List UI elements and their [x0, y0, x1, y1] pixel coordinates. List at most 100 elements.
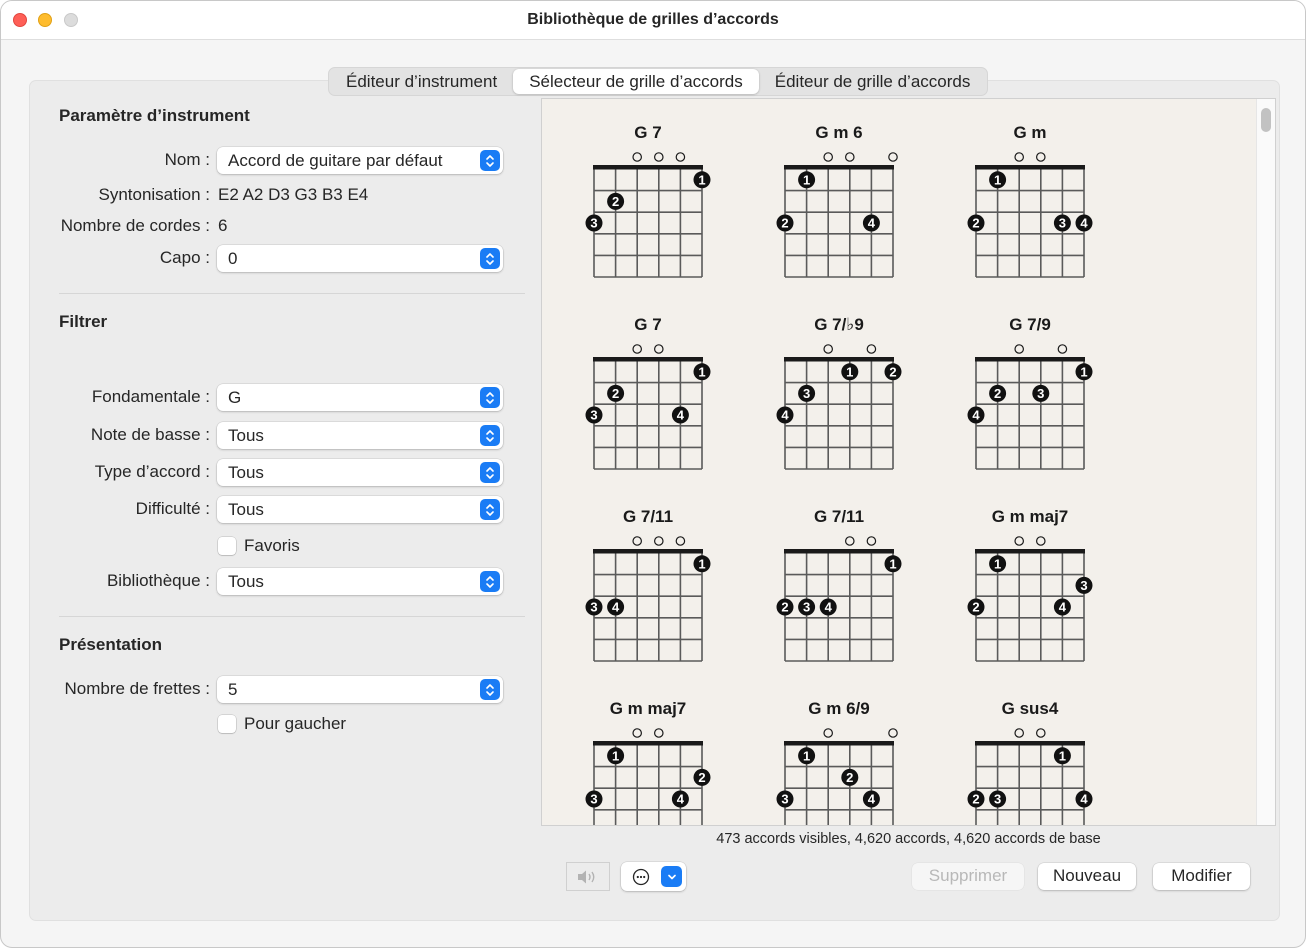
capo-label: Capo : — [159, 248, 210, 267]
delete-button[interactable]: Supprimer — [912, 863, 1024, 890]
finger-number: 2 — [972, 216, 979, 231]
finger-number: 1 — [803, 172, 810, 187]
library-popup[interactable]: Tous — [217, 568, 503, 595]
finger-number: 2 — [612, 194, 619, 209]
chord-diagram[interactable]: G 7/11 3 4 1 — [573, 501, 723, 681]
chord-diagram[interactable]: G sus4 2 3 1 4 — [955, 693, 1105, 825]
edit-button[interactable]: Modifier — [1153, 863, 1250, 890]
finger-number: 1 — [698, 172, 705, 187]
favorites-checkbox[interactable] — [218, 537, 236, 555]
tab-bar: Éditeur d’instrument Sélecteur de grille… — [328, 67, 989, 96]
finger-number: 2 — [698, 770, 705, 785]
bass-note-popup[interactable]: Tous — [217, 422, 503, 449]
finger-number: 3 — [590, 216, 597, 231]
finger-number: 3 — [590, 792, 597, 807]
fretboard-grid: 3 1 42 — [585, 728, 711, 825]
nut — [784, 549, 894, 554]
instrument-section-heading: Paramètre d’instrument — [59, 106, 250, 125]
chord-diagram[interactable]: G m maj7 3 1 4 2 — [573, 693, 723, 825]
finger-number: 2 — [612, 386, 619, 401]
finger-number: 1 — [612, 748, 619, 763]
finger-number: 1 — [698, 364, 705, 379]
action-menu-button[interactable] — [621, 862, 686, 891]
open-string-marker — [632, 728, 642, 738]
chord-count-status: 473 accords visibles, 4,620 accords, 4,6… — [716, 831, 1101, 847]
chord-diagram[interactable]: G 7/♭9 4 3 1 2 — [764, 309, 914, 489]
speaker-icon — [578, 870, 595, 883]
filter-section-heading: Filtrer — [59, 312, 108, 331]
open-string-marker — [632, 152, 642, 162]
chevron-down-icon — [661, 866, 682, 887]
tab-instrument-editor[interactable]: Éditeur d’instrument — [330, 69, 513, 94]
finger-number: 2 — [889, 364, 896, 379]
chord-diagram[interactable]: G m maj7 2 1 4 3 — [955, 501, 1105, 681]
left-handed-checkbox[interactable] — [218, 715, 236, 733]
open-string-marker — [675, 152, 686, 162]
chevron-updown-icon — [480, 462, 500, 483]
frets-count-popup[interactable]: 5 — [217, 676, 503, 703]
finger-number: 1 — [846, 364, 853, 379]
difficulty-popup[interactable]: Tous — [217, 496, 503, 523]
tab-chord-grid-editor[interactable]: Éditeur de grille d’accords — [759, 69, 987, 94]
chord-library-window: Bibliothèque de grilles d’accords Éditeu… — [0, 0, 1306, 948]
root-popup[interactable]: G — [217, 384, 503, 411]
tuning-label: Syntonisation : — [98, 185, 210, 204]
chord-diagram[interactable]: G 7/11 2 3 4 1 — [764, 501, 914, 681]
finger-number: 2 — [781, 600, 788, 615]
fretboard-grid: 43 1 2 — [776, 344, 902, 470]
open-string-marker — [675, 536, 686, 546]
open-string-marker — [866, 536, 877, 546]
vertical-scrollbar[interactable] — [1256, 99, 1275, 825]
chord-diagram[interactable]: G m 6/9 3 1 2 4 — [764, 693, 914, 825]
finger-number: 3 — [1080, 578, 1087, 593]
more-options-icon — [632, 868, 650, 886]
nut — [784, 357, 894, 362]
title-bar: Bibliothèque de grilles d’accords — [1, 1, 1305, 40]
chord-type-popup-value: Tous — [228, 463, 264, 482]
nut — [593, 549, 703, 554]
section-divider — [59, 293, 525, 294]
chord-diagram[interactable]: G m 6214 — [764, 117, 914, 297]
root-popup-value: G — [228, 388, 242, 407]
finger-number: 4 — [972, 408, 980, 423]
chord-diagram[interactable]: G 7/9 4 2 3 1 — [955, 309, 1105, 489]
finger-number: 3 — [803, 600, 810, 615]
finger-number: 3 — [590, 408, 597, 423]
name-popup-value: Accord de guitare par défaut — [228, 151, 443, 170]
fretboard-grid: 3 1 24 — [776, 728, 898, 825]
chevron-updown-icon — [480, 499, 500, 520]
open-string-marker — [1014, 344, 1024, 354]
open-string-marker — [1036, 152, 1046, 162]
finger-number: 4 — [868, 792, 876, 807]
finger-number: 3 — [781, 792, 788, 807]
tuning-value: E2 A2 D3 G3 B3 E4 — [218, 185, 369, 204]
chord-type-popup[interactable]: Tous — [217, 459, 503, 486]
fretboard-grid: 2 1 43 — [967, 536, 1093, 662]
finger-number: 2 — [994, 386, 1001, 401]
chord-grid-browser[interactable]: G 7321G m 6214G m2134G 73241G 7/♭9 4 3 1 2 G … — [541, 98, 1276, 826]
open-string-marker — [654, 728, 664, 738]
name-popup[interactable]: Accord de guitare par défaut — [217, 147, 503, 174]
capo-popup[interactable]: 0 — [217, 245, 503, 272]
new-button[interactable]: Nouveau — [1038, 863, 1136, 890]
finger-number: 1 — [1080, 364, 1087, 379]
fretboard-grid: 2 1 4 — [776, 152, 898, 278]
open-string-marker — [888, 728, 898, 738]
tab-chord-grid-selector[interactable]: Sélecteur de grille d’accords — [513, 69, 759, 94]
presentation-section-heading: Présentation — [59, 635, 162, 654]
chevron-updown-icon — [480, 387, 500, 408]
left-handed-label: Pour gaucher — [244, 714, 347, 733]
finger-number: 3 — [994, 792, 1001, 807]
chevron-updown-icon — [480, 248, 500, 269]
chord-diagram[interactable]: G 7321 — [573, 117, 723, 297]
finger-number: 4 — [825, 600, 833, 615]
open-string-marker — [845, 536, 855, 546]
frets-count-popup-value: 5 — [228, 680, 238, 699]
open-string-marker — [845, 152, 855, 162]
play-chord-button[interactable] — [566, 862, 610, 891]
chord-diagram[interactable]: G m2134 — [955, 117, 1105, 297]
fretboard-grid: 2 3 4 1 — [776, 536, 902, 662]
fretboard-grid: 42 3 1 — [967, 344, 1093, 470]
scrollbar-thumb[interactable] — [1261, 108, 1271, 132]
chord-diagram[interactable]: G 73241 — [573, 309, 723, 489]
